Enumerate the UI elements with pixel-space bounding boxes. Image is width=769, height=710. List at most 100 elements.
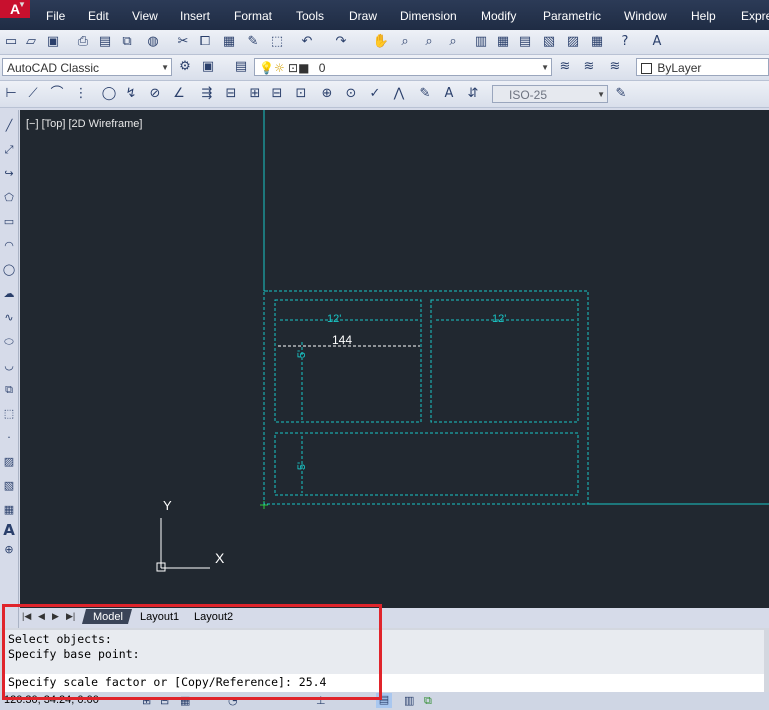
jogged-linear-icon[interactable]: ⋀ bbox=[390, 85, 408, 103]
save-icon[interactable]: ▣ bbox=[44, 33, 62, 51]
paste-icon[interactable]: ▦ bbox=[220, 33, 238, 51]
hatch-icon[interactable]: ▨ bbox=[1, 454, 17, 470]
make-current-layer-icon[interactable]: ≋ bbox=[556, 58, 574, 76]
menu-window[interactable]: Window bbox=[624, 9, 667, 23]
help-icon[interactable]: ? bbox=[616, 33, 634, 51]
polygon-icon[interactable]: ⬠ bbox=[1, 190, 17, 206]
block-editor-icon[interactable]: ⬚ bbox=[268, 33, 286, 51]
3d-print-icon[interactable]: ◍ bbox=[144, 33, 162, 51]
table-icon[interactable]: ▦ bbox=[1, 502, 17, 518]
ellipse-arc-icon[interactable]: ◡ bbox=[1, 358, 17, 374]
dimension-edit-icon[interactable]: ✎ bbox=[416, 85, 434, 103]
jogged-dimension-icon[interactable]: ↯ bbox=[122, 85, 140, 103]
angular-dimension-icon[interactable]: ∠ bbox=[170, 85, 188, 103]
match-properties-icon[interactable]: ✎ bbox=[244, 33, 262, 51]
arc-icon[interactable]: ◠ bbox=[1, 238, 17, 254]
copy-icon[interactable]: ⧠ bbox=[196, 33, 214, 51]
menu-modify[interactable]: Modify bbox=[481, 9, 516, 23]
radius-dimension-icon[interactable]: ◯ bbox=[100, 85, 118, 103]
new-file-icon[interactable]: ▭ bbox=[2, 33, 20, 51]
multiline-text-icon[interactable]: A bbox=[1, 522, 17, 538]
point-icon[interactable]: · bbox=[1, 430, 17, 446]
print-icon[interactable]: ⎙ bbox=[74, 33, 92, 51]
arc-length-icon[interactable]: ⌒ bbox=[48, 85, 66, 103]
dimension-update-icon[interactable]: ⇵ bbox=[464, 85, 482, 103]
diameter-dimension-icon[interactable]: ⊘ bbox=[146, 85, 164, 103]
continue-dimension-icon[interactable]: ⊞ bbox=[246, 85, 264, 103]
layer-previous-icon[interactable]: ≋ bbox=[580, 58, 598, 76]
room-bottom[interactable] bbox=[274, 432, 579, 496]
room-top-left[interactable] bbox=[274, 299, 422, 423]
publish-icon[interactable]: ⧉ bbox=[118, 33, 136, 51]
zoom-realtime-icon[interactable]: ⌕ bbox=[396, 33, 414, 51]
calculator-icon[interactable]: ▦ bbox=[588, 33, 606, 51]
revision-cloud-icon[interactable]: ☁ bbox=[1, 286, 17, 302]
pan-icon[interactable]: ✋ bbox=[372, 33, 390, 51]
chevron-down-icon[interactable]: ▼ bbox=[18, 0, 32, 10]
viewport-controls[interactable]: [−] [Top] [2D Wireframe] bbox=[26, 118, 142, 130]
dimension-text-selected[interactable]: 144 bbox=[332, 333, 352, 347]
inspection-icon[interactable]: ✓ bbox=[366, 85, 384, 103]
menu-draw[interactable]: Draw bbox=[349, 9, 377, 23]
spline-icon[interactable]: ∿ bbox=[1, 310, 17, 326]
circle-icon[interactable]: ◯ bbox=[1, 262, 17, 278]
quick-dimension-icon[interactable]: ⇶ bbox=[198, 85, 216, 103]
workspace-select[interactable]: AutoCAD Classic ▼ bbox=[2, 58, 172, 76]
drawing-canvas[interactable]: 12' 12' 144 5' 5' Y X bbox=[20, 110, 769, 608]
dimension-text-top-left[interactable]: 12' bbox=[327, 313, 341, 325]
add-selected-icon[interactable]: ⊕ bbox=[1, 542, 17, 558]
construction-line-icon[interactable]: ⤢ bbox=[1, 142, 17, 158]
insert-block-icon[interactable]: ⧉ bbox=[1, 382, 17, 398]
open-folder-icon[interactable]: ▱ bbox=[22, 33, 40, 51]
dimension-text-vertical-lower[interactable]: 5' bbox=[296, 462, 308, 470]
zoom-window-icon[interactable]: ⌕ bbox=[420, 33, 438, 51]
gradient-icon[interactable]: ▧ bbox=[1, 478, 17, 494]
rectangle-icon[interactable]: ▭ bbox=[1, 214, 17, 230]
menu-tools[interactable]: Tools bbox=[296, 9, 324, 23]
ordinate-dimension-icon[interactable]: ⋮ bbox=[72, 85, 90, 103]
properties-icon[interactable]: ▥ bbox=[472, 33, 490, 51]
menu-express[interactable]: Expre bbox=[741, 9, 769, 23]
color-select[interactable]: ByLayer bbox=[636, 58, 769, 76]
menu-edit[interactable]: Edit bbox=[88, 9, 109, 23]
dimension-break-icon[interactable]: ⊡ bbox=[292, 85, 310, 103]
workspace-save-icon[interactable]: ▣ bbox=[199, 58, 217, 76]
outer-rectangle[interactable] bbox=[263, 290, 589, 505]
text-style-icon[interactable]: A bbox=[648, 33, 666, 51]
menu-help[interactable]: Help bbox=[691, 9, 716, 23]
line-icon[interactable]: ╱ bbox=[1, 118, 17, 134]
polyline-icon[interactable]: ↪ bbox=[1, 166, 17, 182]
menu-dimension[interactable]: Dimension bbox=[400, 9, 457, 23]
aligned-dimension-icon[interactable]: ⟋ bbox=[24, 85, 42, 103]
layer-states-icon[interactable]: ≋ bbox=[606, 58, 624, 76]
menu-insert[interactable]: Insert bbox=[180, 9, 210, 23]
menu-format[interactable]: Format bbox=[234, 9, 272, 23]
menu-view[interactable]: View bbox=[132, 9, 158, 23]
ellipse-icon[interactable]: ⬭ bbox=[1, 334, 17, 350]
dimension-text-vertical[interactable]: 5' bbox=[296, 350, 308, 358]
menu-file[interactable]: File bbox=[46, 9, 65, 23]
menu-parametric[interactable]: Parametric bbox=[543, 9, 601, 23]
selection-cycling-icon[interactable]: ⧉ bbox=[424, 694, 432, 708]
markup-icon[interactable]: ▨ bbox=[564, 33, 582, 51]
dimension-text-top-right[interactable]: 12' bbox=[492, 313, 506, 325]
dimension-style-manager-icon[interactable]: ✎ bbox=[612, 85, 630, 103]
dimension-text-edit-icon[interactable]: A bbox=[440, 85, 458, 103]
cut-icon[interactable]: ✂ bbox=[174, 33, 192, 51]
layer-select[interactable]: 💡☼ ⊡■ 0 ▼ bbox=[254, 58, 552, 76]
tool-palettes-icon[interactable]: ▤ bbox=[516, 33, 534, 51]
plot-preview-icon[interactable]: ▤ bbox=[96, 33, 114, 51]
tolerance-icon[interactable]: ⊕ bbox=[318, 85, 336, 103]
center-mark-icon[interactable]: ⊙ bbox=[342, 85, 360, 103]
linear-dimension-icon[interactable]: ⊢ bbox=[2, 85, 20, 103]
dimension-style-select[interactable]: ISO-25 ▼ bbox=[492, 85, 608, 103]
transparency-icon[interactable]: ▥ bbox=[404, 694, 414, 707]
dimension-space-icon[interactable]: ⊟ bbox=[268, 85, 286, 103]
redo-icon[interactable]: ↷ bbox=[332, 33, 350, 51]
layer-properties-icon[interactable]: ▤ bbox=[232, 58, 250, 76]
sheet-set-icon[interactable]: ▧ bbox=[540, 33, 558, 51]
design-center-icon[interactable]: ▦ bbox=[494, 33, 512, 51]
zoom-previous-icon[interactable]: ⌕ bbox=[444, 33, 462, 51]
make-block-icon[interactable]: ⬚ bbox=[1, 406, 17, 422]
workspace-settings-icon[interactable]: ⚙ bbox=[176, 58, 194, 76]
